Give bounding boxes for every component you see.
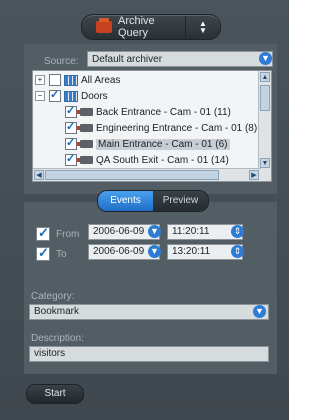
scroll-left-icon[interactable]: ◀ [34,170,44,180]
from-label: From [56,229,80,240]
tree-checkbox[interactable] [65,120,77,134]
tree-item-label: All Areas [81,74,121,86]
to-time-value: 13:20:11 [172,246,211,257]
category-dropdown-icon[interactable]: ▼ [253,305,266,318]
horizontal-scrollbar[interactable]: ◀ ▶ [33,168,261,181]
tree-item-camera[interactable]: QA South Exit - Cam - 01 (14) [65,152,229,167]
category-value: Bookmark [34,306,80,317]
tree-item-camera[interactable]: Back Entrance - Cam - 01 (11) [65,104,231,119]
updown-arrows-icon[interactable]: ▲ ▼ [185,16,220,38]
description-input[interactable]: visitors [29,346,269,362]
from-date-value: 2006-06-09 [93,226,145,237]
tab-events[interactable]: Events [98,191,153,211]
from-time-value: 11:20:11 [172,226,210,237]
tree-item-label: Doors [81,90,108,102]
tree-item-label: QA South Exit - Cam - 01 (14) [96,154,229,166]
scroll-down-icon[interactable]: ▼ [260,158,270,168]
to-time-spin-icon[interactable]: ⇕ [231,245,244,258]
tree-checkbox[interactable] [49,88,61,102]
camera-tree: + All Areas − Doors Back Entrance - Cam … [32,70,272,182]
tree-checkbox[interactable] [65,136,77,150]
to-date-value: 2006-06-09 [93,246,145,257]
mode-label: Archive Query [118,15,155,39]
category-label: Category: [31,291,75,302]
mode-select[interactable]: Archive Query ▲ ▼ [81,14,221,40]
tree-checkbox[interactable] [65,152,77,166]
category-select[interactable]: Bookmark [29,304,269,320]
tab-preview[interactable]: Preview [153,191,208,211]
source-label: Source: [44,56,79,67]
source-value: Default archiver [92,54,163,65]
from-time-spin-icon[interactable]: ⇕ [231,225,244,238]
start-button[interactable]: Start [26,384,84,404]
source-dropdown-icon[interactable]: ▼ [259,52,272,65]
description-value: visitors [34,348,66,359]
scroll-right-icon[interactable]: ▶ [249,170,259,180]
tree-checkbox[interactable] [65,104,77,118]
tree-item-camera[interactable]: Engineering Entrance - Cam - 01 (8) [65,120,258,135]
tree-item-label: Engineering Entrance - Cam - 01 (8) [96,122,258,134]
from-checkbox[interactable] [36,225,50,241]
description-label: Description: [31,333,84,344]
tree-item-camera-selected[interactable]: Main Entrance - Cam - 01 (6) [65,136,230,151]
source-select[interactable]: Default archiver [87,51,273,67]
horizontal-scroll-thumb[interactable] [45,170,219,180]
archive-icon [96,18,112,33]
vertical-scrollbar[interactable]: ▲ ▼ [258,71,271,169]
camera-icon [77,156,93,164]
camera-icon [77,124,93,132]
tree-item-label: Back Entrance - Cam - 01 (11) [96,106,231,118]
to-checkbox[interactable] [36,245,50,261]
camera-icon [77,108,93,116]
tree-item-doors[interactable]: − Doors [35,88,108,103]
scroll-corner [259,169,271,181]
to-date-dropdown-icon[interactable]: ▼ [148,245,161,258]
to-label: To [56,249,67,260]
camera-icon [77,140,93,148]
tree-item-all-areas[interactable]: + All Areas [35,73,120,87]
tree-item-label: Main Entrance - Cam - 01 (6) [96,138,230,150]
area-icon [64,90,78,102]
vertical-scroll-thumb[interactable] [260,85,270,111]
view-tabs: Events Preview [97,190,209,212]
expand-icon[interactable]: + [35,75,45,85]
collapse-icon[interactable]: − [35,91,45,101]
area-icon [64,74,78,86]
archive-query-panel: Archive Query ▲ ▼ Source: Default archive… [0,0,289,420]
tree-checkbox[interactable] [49,74,61,86]
from-date-dropdown-icon[interactable]: ▼ [148,225,161,238]
scroll-up-icon[interactable]: ▲ [260,72,270,82]
